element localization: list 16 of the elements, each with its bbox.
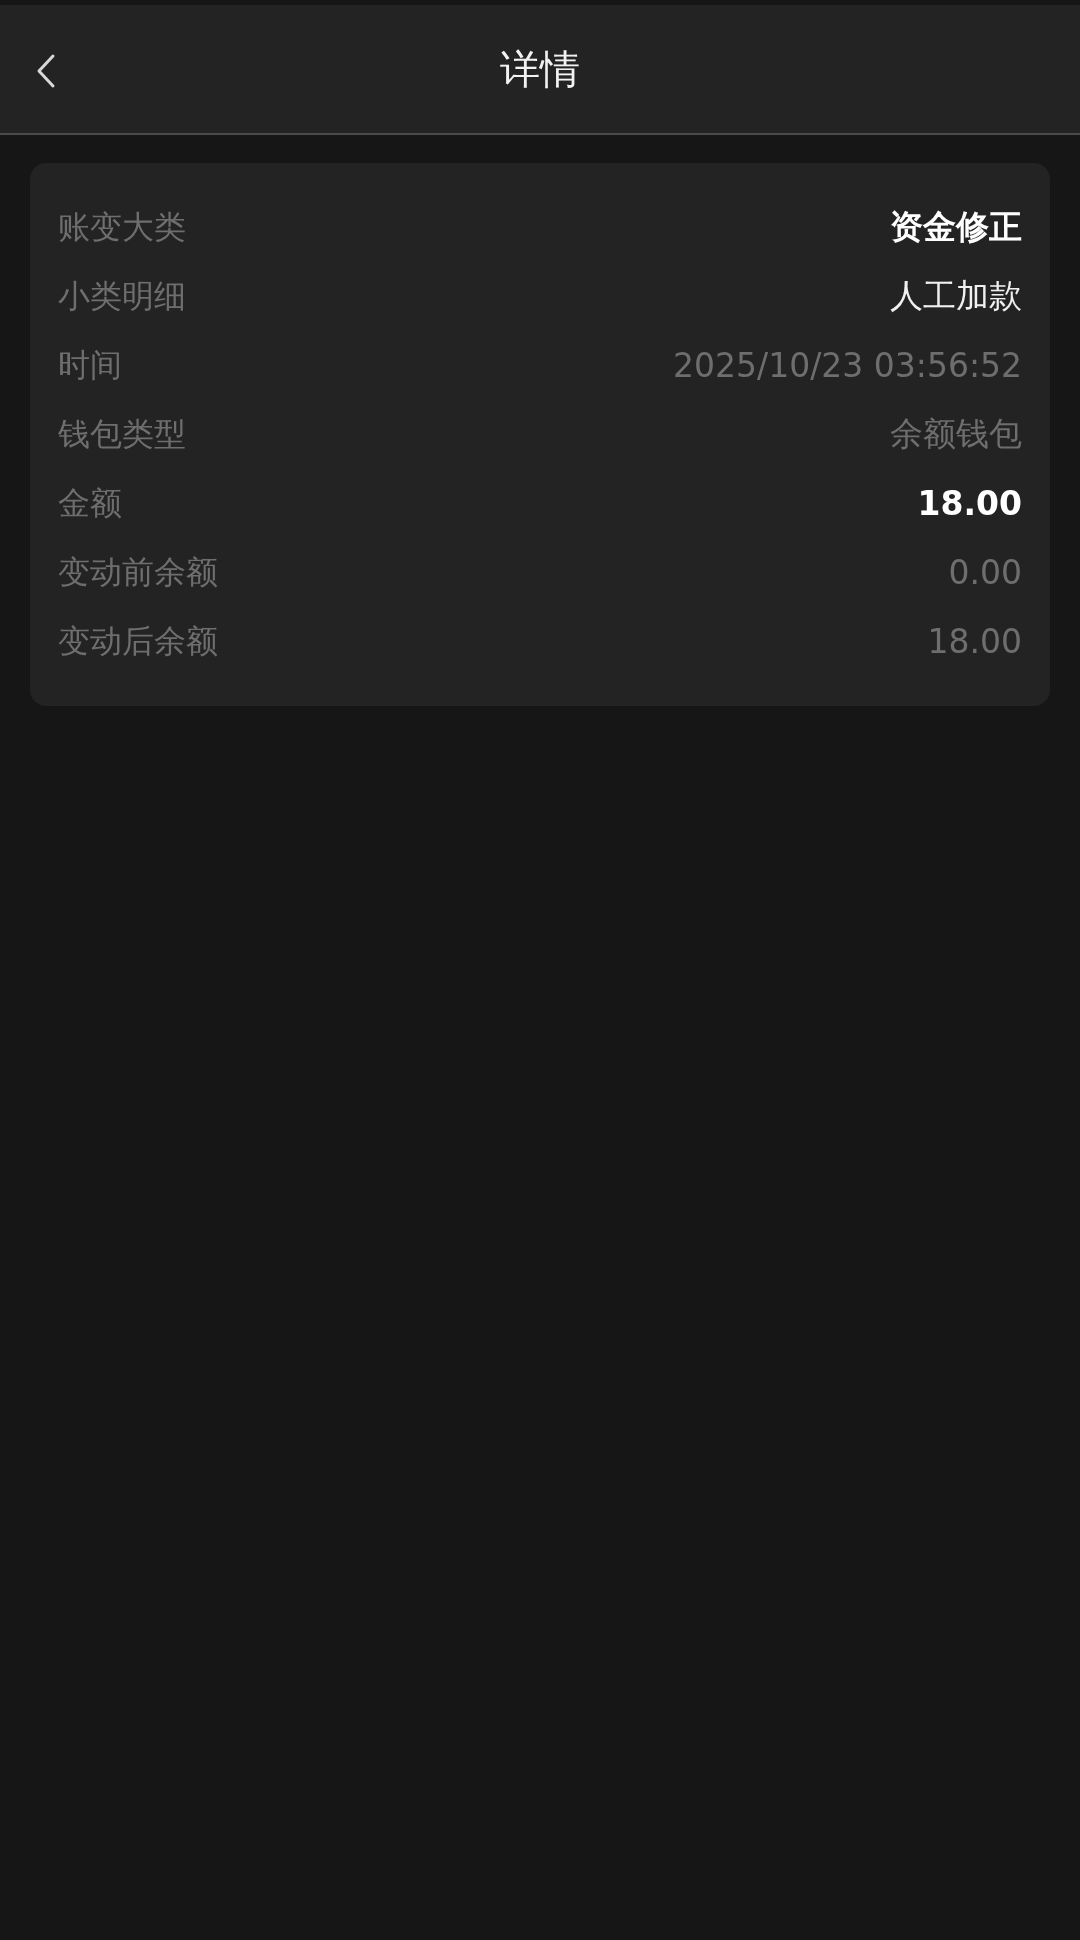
detail-value: 人工加款 (890, 275, 1022, 317)
back-icon[interactable] (36, 53, 56, 89)
detail-label: 小类明细 (58, 275, 186, 317)
detail-value: 2025/10/23 03:56:52 (673, 346, 1022, 385)
page-title: 详情 (500, 44, 580, 94)
detail-label: 金额 (58, 482, 122, 524)
detail-label: 变动后余额 (58, 620, 218, 662)
detail-value: 资金修正 (890, 206, 1022, 248)
detail-value: 0.00 (948, 553, 1022, 592)
detail-label: 账变大类 (58, 206, 186, 248)
detail-label: 钱包类型 (58, 413, 186, 455)
detail-value: 18.00 (927, 622, 1022, 661)
detail-label: 变动前余额 (58, 551, 218, 593)
detail-value: 余额钱包 (890, 413, 1022, 455)
detail-label: 时间 (58, 344, 122, 386)
detail-value: 18.00 (917, 484, 1022, 523)
